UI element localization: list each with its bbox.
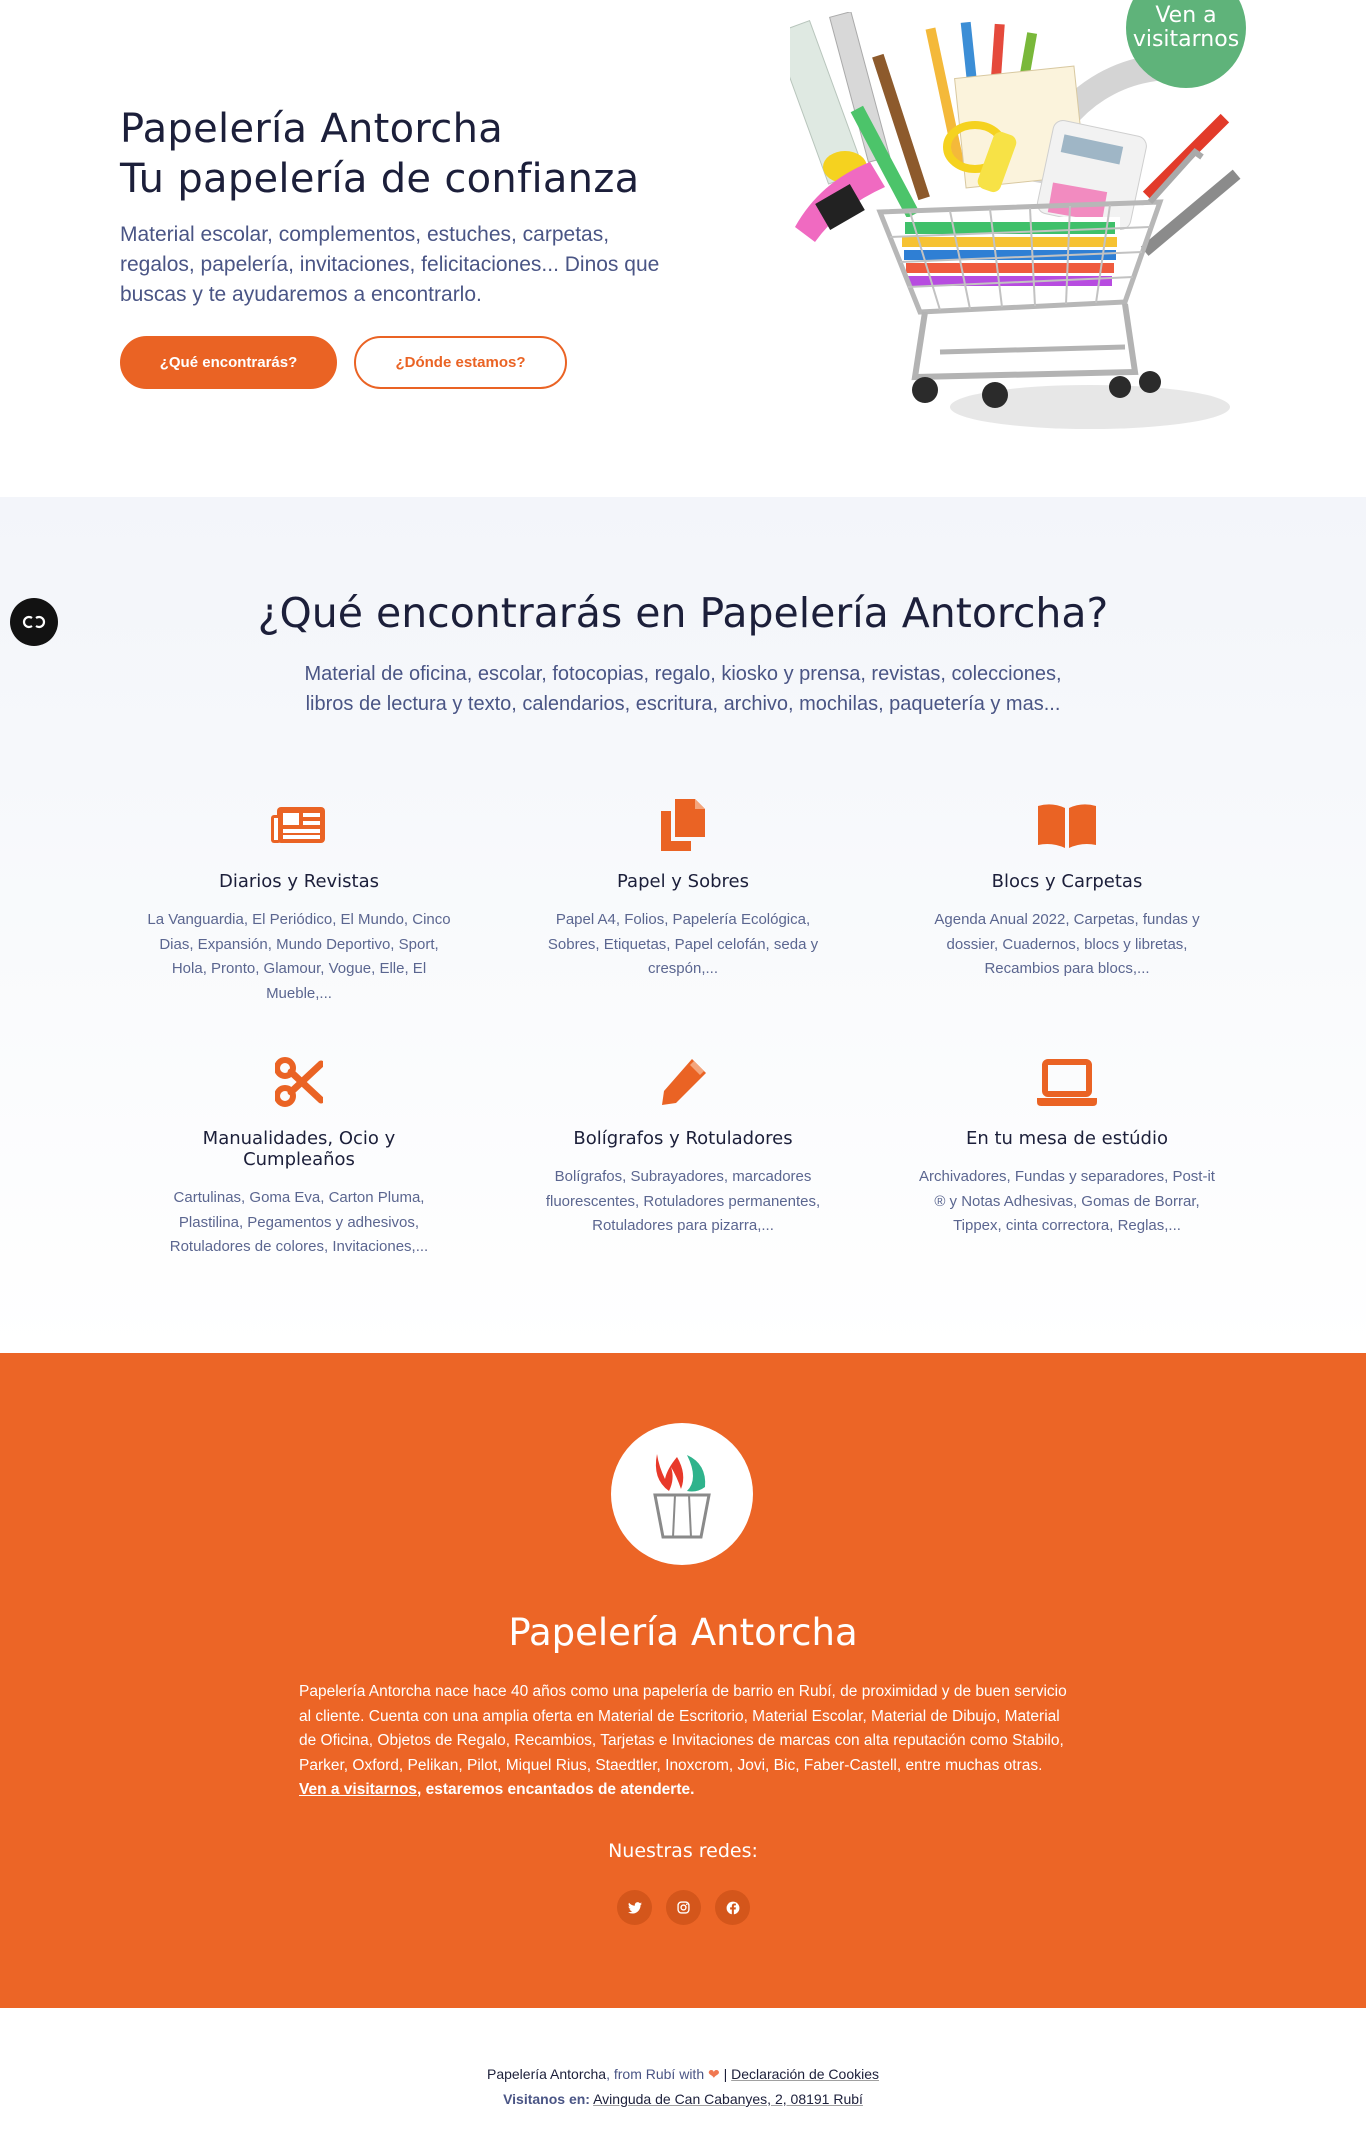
about-body: Papelería Antorcha nace hace 40 años com… — [299, 1683, 1067, 1774]
hero-title: Papelería Antorcha Tu papelería de confi… — [120, 104, 680, 204]
social-title: Nuestras redes: — [608, 1840, 758, 1862]
feature-name: Manualidades, Ocio y Cumpleaños — [202, 1128, 396, 1170]
hero-title-line2: Tu papelería de confianza — [120, 156, 640, 202]
what-you-find-button[interactable]: ¿Qué encontrarás? — [120, 336, 337, 389]
heart-icon: ❤ — [708, 2066, 720, 2082]
cookies-link[interactable]: Declaración de Cookies — [731, 2066, 879, 2082]
feature-name: Blocs y Carpetas — [991, 871, 1143, 892]
about-title: Papelería Antorcha — [508, 1611, 858, 1654]
feature-name: Papel y Sobres — [617, 871, 749, 892]
feature-name: Bolígrafos y Rotuladores — [573, 1128, 793, 1149]
where-we-are-button[interactable]: ¿Dónde estamos? — [354, 336, 567, 389]
copy-icon — [661, 799, 705, 851]
feature-item: Bolígrafos y Rotuladores Bolígrafos, Sub… — [528, 1056, 838, 1239]
footer-address: Visitanos en: Avinguda de Can Cabanyes, … — [0, 2091, 1366, 2107]
footer-separator: | — [723, 2066, 728, 2082]
pen-icon — [662, 1059, 706, 1105]
footer-credits: Papelería Antorcha, from Rubí with ❤ | D… — [0, 2066, 1366, 2083]
visit-badge-line1: Ven a — [1155, 3, 1217, 28]
hero-buttons: ¿Qué encontrarás? ¿Dónde estamos? — [120, 336, 680, 389]
newspaper-icon — [271, 807, 325, 843]
feature-description: Archivadores, Fundas y separadores, Post… — [919, 1168, 1215, 1234]
instagram-icon — [677, 1901, 690, 1914]
instagram-link[interactable] — [666, 1890, 701, 1925]
features-section: ¿Qué encontrarás en Papelería Antorcha? … — [0, 497, 1366, 1353]
book-open-icon — [1038, 804, 1096, 848]
cookie-consent-button[interactable] — [10, 598, 58, 646]
feature-item: Manualidades, Ocio y Cumpleaños Cartulin… — [144, 1056, 454, 1260]
facebook-icon — [726, 1901, 739, 1915]
facebook-link[interactable] — [715, 1890, 750, 1925]
feature-description: La Vanguardia, El Periódico, El Mundo, C… — [147, 911, 451, 1002]
address-link[interactable]: Avinguda de Can Cabanyes, 2, 08191 Rubí — [593, 2091, 863, 2107]
twitter-icon — [627, 1901, 642, 1914]
twitter-link[interactable] — [617, 1890, 652, 1925]
footer-from: , from Rubí with — [606, 2066, 705, 2082]
about-closing: , estaremos encantados de atenderte. — [417, 1781, 695, 1798]
about-text: Papelería Antorcha nace hace 40 años com… — [299, 1680, 1069, 1803]
feature-name: En tu mesa de estúdio — [965, 1128, 1168, 1149]
feature-item: Papel y Sobres Papel A4, Folios, Papeler… — [528, 799, 838, 982]
feature-name: Diarios y Revistas — [218, 871, 380, 892]
feature-item: Blocs y Carpetas Agenda Anual 2022, Carp… — [912, 799, 1222, 982]
hero-text: Papelería Antorcha Tu papelería de confi… — [120, 104, 680, 389]
hero-section: Papelería Antorcha Tu papelería de confi… — [0, 0, 1366, 497]
about-section: Papelería Antorcha Papelería Antorcha na… — [0, 1353, 1366, 2008]
feature-description: Cartulinas, Goma Eva, Carton Pluma, Plas… — [169, 1189, 429, 1255]
feature-description: Bolígrafos, Subrayadores, marcadores flu… — [545, 1168, 821, 1234]
social-links — [617, 1890, 750, 1925]
footer-brand: Papelería Antorcha — [486, 2066, 607, 2082]
visit-us-link[interactable]: Ven a visitarnos — [299, 1781, 417, 1798]
feature-item: En tu mesa de estúdio Archivadores, Fund… — [912, 1056, 1222, 1239]
visit-badge-line2: visitarnos — [1132, 27, 1240, 52]
scissors-icon — [275, 1057, 323, 1107]
laptop-icon — [1037, 1059, 1097, 1106]
features-subtitle: Material de oficina, escolar, fotocopias… — [304, 663, 1062, 715]
footer-visit-label: Visitanos en: — [503, 2091, 590, 2107]
hero-title-line1: Papelería Antorcha — [120, 106, 504, 152]
torch-logo-icon — [653, 1454, 711, 1539]
feature-description: Agenda Anual 2022, Carpetas, fundas y do… — [934, 911, 1200, 977]
logo — [611, 1423, 753, 1565]
footer: Papelería Antorcha, from Rubí with ❤ | D… — [0, 2008, 1366, 2133]
feature-item: Diarios y Revistas La Vanguardia, El Per… — [144, 799, 454, 1006]
hero-description: Material escolar, complementos, estuches… — [120, 223, 660, 306]
features-title: ¿Qué encontrarás en Papelería Antorcha? — [257, 589, 1109, 637]
feature-description: Papel A4, Folios, Papelería Ecológica, S… — [547, 911, 819, 977]
cookie-settings-icon — [22, 615, 46, 629]
